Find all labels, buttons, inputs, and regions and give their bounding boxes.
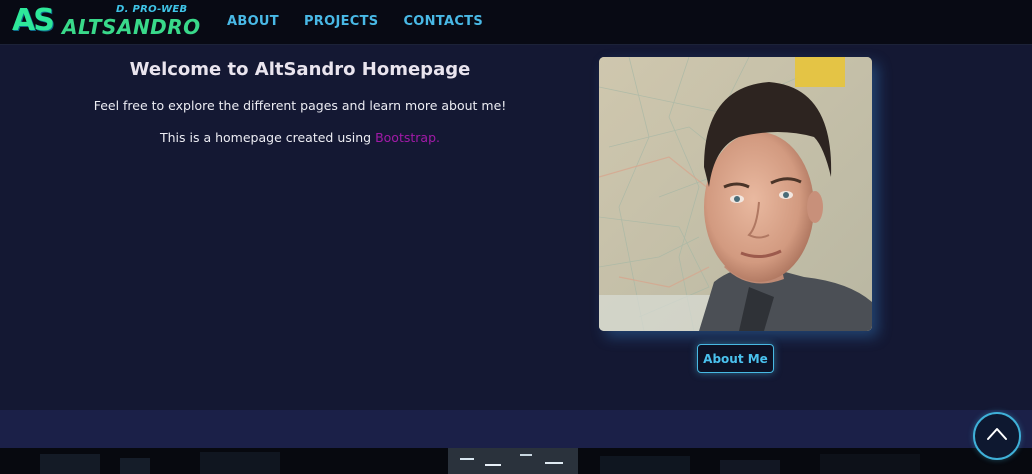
page-title: Welcome to AltSandro Homepage xyxy=(129,59,471,80)
about-me-button[interactable]: About Me xyxy=(697,344,774,373)
nav-link-projects[interactable]: PROJECTS xyxy=(304,14,378,29)
logo-wordmark: ALTSANDRO xyxy=(62,15,201,39)
navbar: AS D. PRO-WEB ALTSANDRO ABOUT PROJECTS C… xyxy=(0,0,1032,45)
chevron-up-icon xyxy=(987,428,1007,440)
hero-section: Welcome to AltSandro Homepage Feel free … xyxy=(0,45,1032,410)
profile-photo xyxy=(599,57,872,331)
nav-link-contacts[interactable]: CONTACTS xyxy=(403,14,483,29)
built-with-text: This is a homepage created using Bootstr… xyxy=(50,130,550,145)
main-nav: ABOUT PROJECTS CONTACTS xyxy=(227,14,508,29)
built-with-prefix: This is a homepage created using xyxy=(160,130,376,145)
logo-mark: AS xyxy=(12,3,55,38)
next-section-background xyxy=(0,448,1032,474)
logo[interactable]: AS D. PRO-WEB ALTSANDRO xyxy=(12,3,200,41)
bootstrap-link[interactable]: Bootstrap. xyxy=(375,130,440,145)
nav-link-about[interactable]: ABOUT xyxy=(227,14,279,29)
welcome-block: Welcome to AltSandro Homepage Feel free … xyxy=(50,59,550,162)
section-divider-band xyxy=(0,410,1032,448)
logo-tagline: D. PRO-WEB xyxy=(116,4,188,15)
intro-text: Feel free to explore the different pages… xyxy=(93,98,507,113)
scroll-to-top-button[interactable] xyxy=(973,412,1021,460)
